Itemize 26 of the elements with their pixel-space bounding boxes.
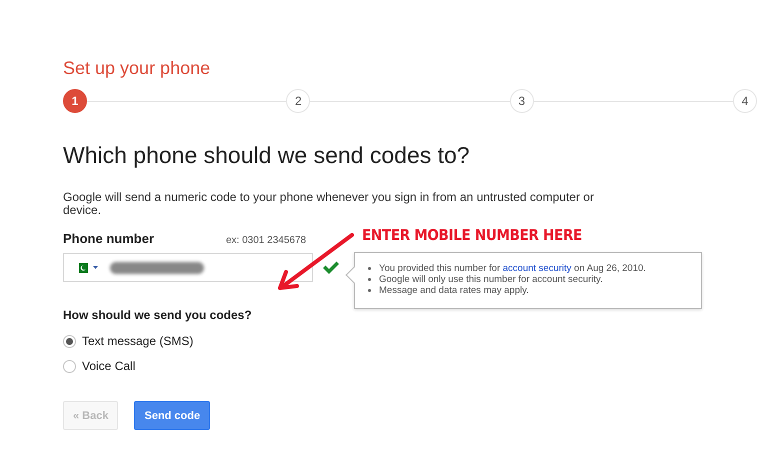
step-indicator: 4: [732, 89, 757, 113]
tip-text: Message and data rates may apply.: [379, 284, 529, 296]
step-indicator: 1: [63, 89, 87, 113]
link[interactable]: account security: [502, 262, 572, 274]
send-button[interactable]: Send code: [134, 401, 210, 430]
field-label: Phone number: [63, 231, 156, 246]
step-indicator: 3: [510, 89, 534, 113]
radio-button[interactable]: [63, 334, 76, 348]
radio-label[interactable]: Voice Call: [82, 359, 136, 373]
heading: Which phone should we send codes to?: [63, 141, 471, 169]
radio-button[interactable]: [63, 360, 76, 372]
tip-text: Google will only use this number for account security.: [379, 274, 603, 284]
flag-icon[interactable]: [76, 262, 88, 272]
radio-label[interactable]: Text message (SMS): [82, 334, 194, 348]
bullet-icon: [368, 278, 371, 280]
tip-text: You provided this number for account security on Aug 26, 2010.: [379, 262, 646, 274]
bullet-icon: [368, 266, 371, 270]
question-label: How should we send you codes?: [63, 308, 253, 322]
step-indicator: 2: [286, 89, 310, 113]
caret-icon[interactable]: [93, 266, 98, 269]
bullet-icon: [368, 288, 371, 292]
description: Google will send a numeric code to your phone whenever you sign in from an untrusted computer or device.: [63, 191, 595, 217]
page-title: Set up your phone: [63, 57, 212, 80]
annotation-text: ENTER MOBILE NUMBER HERE: [362, 226, 582, 244]
phone-input-field[interactable]: [63, 253, 313, 282]
example-hint: ex: 0301 2345678: [226, 235, 306, 246]
